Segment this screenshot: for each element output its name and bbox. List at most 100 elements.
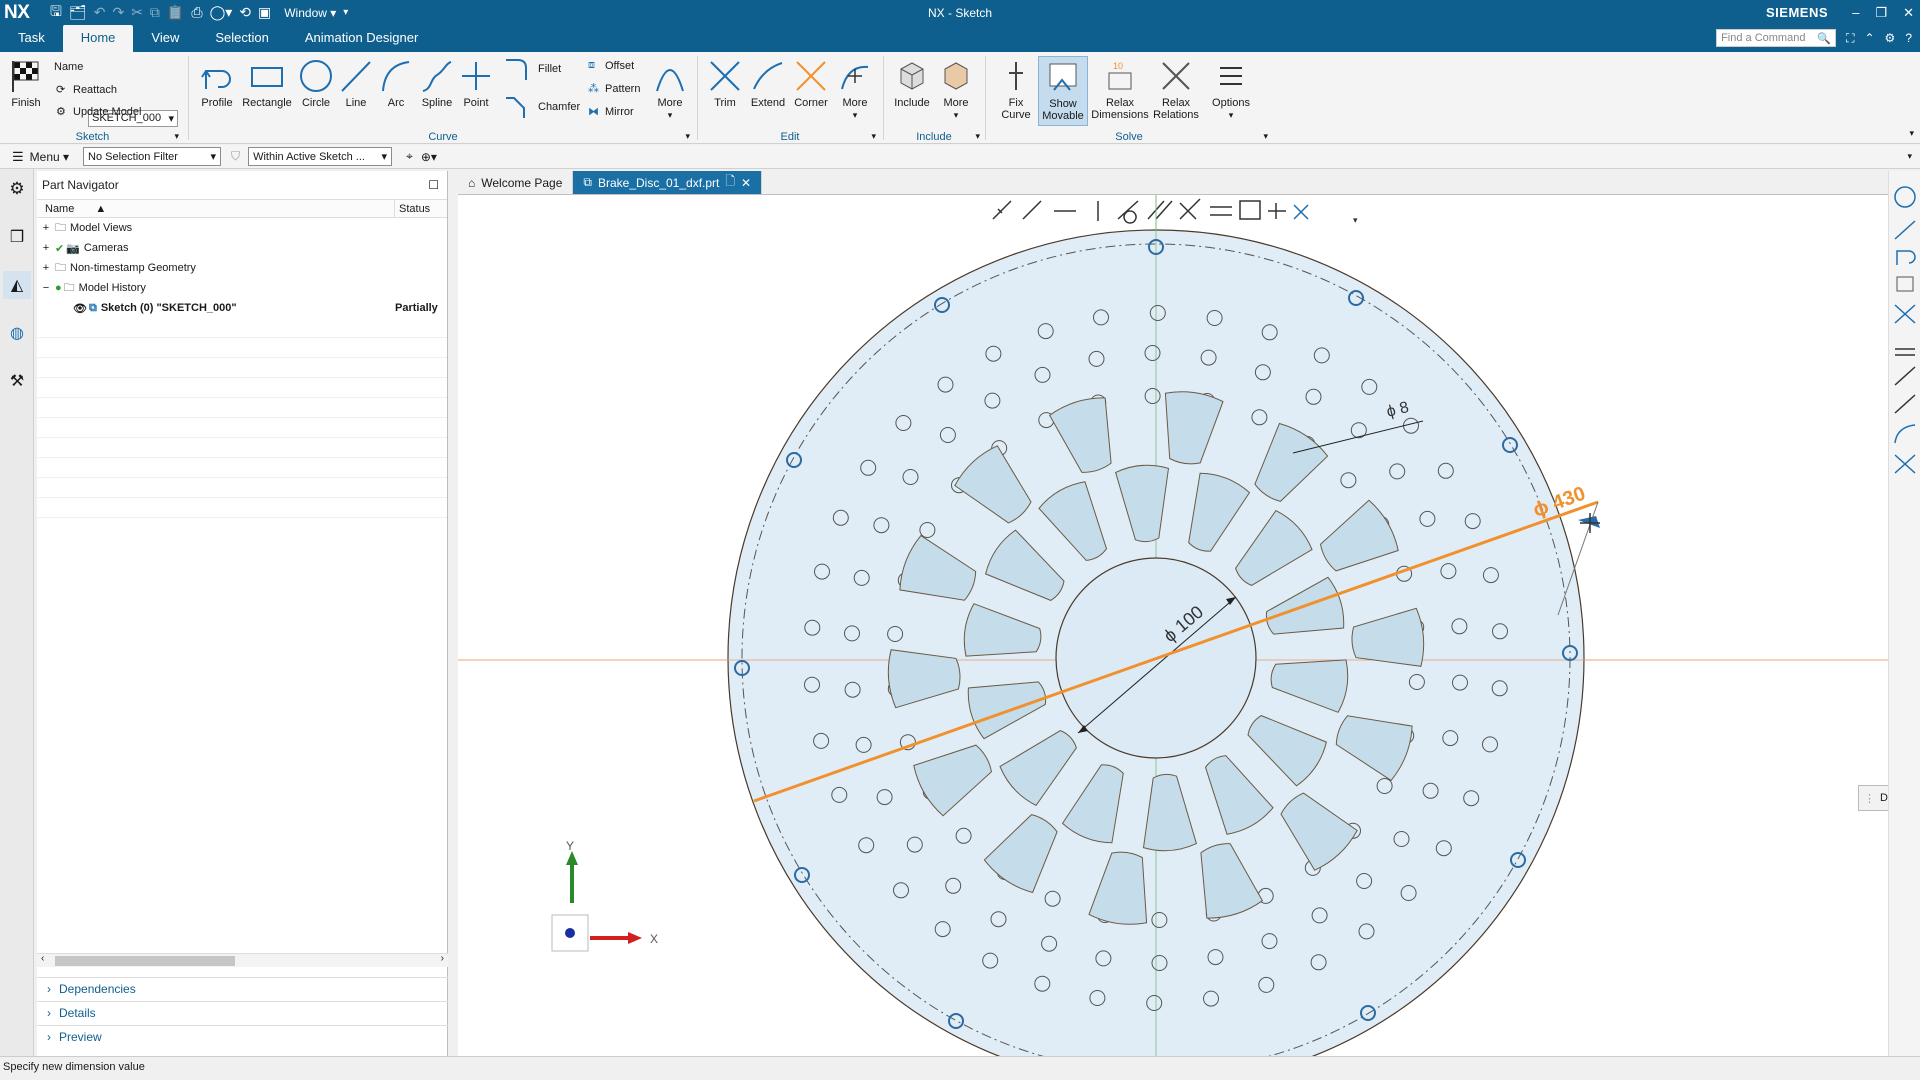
line-button[interactable]: Line: [338, 58, 374, 109]
tools-icon[interactable]: ⚒: [3, 367, 31, 395]
customize-toolbar-icon[interactable]: ▾: [343, 7, 348, 18]
redo-icon[interactable]: ↷: [112, 4, 124, 21]
selection-scope-dropdown[interactable]: Within Active Sketch ... ▾: [248, 147, 393, 166]
touch-mode-icon[interactable]: ◯▾: [210, 4, 233, 21]
part-navigator-icon[interactable]: ◭: [3, 271, 31, 299]
tree-row-sketch[interactable]: 👁 ⧉ Sketch (0) "SKETCH_000" Partially: [37, 298, 447, 318]
status-column-header[interactable]: Status: [395, 200, 434, 217]
reattach-button[interactable]: ⟳ Reattach: [56, 83, 117, 97]
tab-welcome-page[interactable]: ⌂ Welcome Page: [458, 171, 574, 194]
finish-button[interactable]: Finish: [6, 58, 46, 109]
line-tool-icon[interactable]: [1894, 220, 1916, 240]
dependencies-panel[interactable]: › Dependencies: [37, 977, 448, 1000]
tree-row-non-timestamp[interactable]: + 🗀 Non-timestamp Geometry: [37, 258, 447, 278]
repeat-command-icon[interactable]: ⟲: [239, 4, 251, 21]
curve-more-button[interactable]: More ▾: [652, 58, 688, 121]
expand-icon[interactable]: +: [37, 262, 55, 274]
group-more-icon[interactable]: ▾: [685, 131, 690, 142]
selection-filter-dropdown[interactable]: No Selection Filter ▾: [83, 147, 222, 166]
restore-icon[interactable]: ❐: [1875, 5, 1887, 21]
details-panel[interactable]: › Details: [37, 1001, 448, 1024]
tab-view[interactable]: View: [133, 25, 197, 52]
cut-icon[interactable]: ✂: [131, 4, 143, 21]
copy-icon[interactable]: ⧉: [150, 4, 160, 21]
graphics-window[interactable]: ▾ ϕ 100ϕ 8ϕ 430YX ⋮ Diameter: [458, 195, 1888, 1056]
tree-row-model-history[interactable]: − ● 🗀 Model History: [37, 278, 447, 298]
scroll-right-icon[interactable]: ›: [441, 953, 444, 964]
scroll-left-icon[interactable]: ‹: [41, 953, 44, 964]
group-more-icon[interactable]: ▾: [871, 131, 876, 142]
tangent-tool-icon[interactable]: [1894, 394, 1916, 414]
relax-dimensions-button[interactable]: 10 Relax Dimensions: [1091, 58, 1148, 121]
snap-options-icon[interactable]: ⊕▾: [421, 150, 437, 164]
options-button[interactable]: Options ▾: [1208, 58, 1254, 121]
window-menu[interactable]: Window ▾: [284, 6, 336, 20]
print-icon[interactable]: ⎙: [191, 4, 202, 21]
circle-button[interactable]: Circle: [296, 58, 336, 109]
extend-button[interactable]: Extend: [748, 58, 788, 109]
triad-y-arrowhead[interactable]: [566, 851, 578, 865]
include-button[interactable]: Include: [890, 58, 934, 109]
group-more-icon[interactable]: ▾: [975, 131, 980, 142]
hamburger-icon[interactable]: ☰: [12, 149, 24, 165]
pattern-button[interactable]: ⁂ Pattern: [588, 82, 640, 96]
triad-x-label[interactable]: X: [650, 932, 658, 946]
tree-row-cameras[interactable]: + ✔ 📷 Cameras: [37, 238, 447, 258]
save-icon[interactable]: 🖫: [50, 1, 62, 25]
save-all-icon[interactable]: 🗂: [69, 4, 87, 21]
include-more-button[interactable]: More ▾: [936, 58, 976, 121]
assembly-navigator-icon[interactable]: ❒: [3, 223, 31, 251]
undo-icon[interactable]: ↶: [94, 4, 106, 21]
edit-more-button[interactable]: More ▾: [836, 58, 874, 121]
selbar-options-icon[interactable]: ▾: [1907, 151, 1912, 162]
web-browser-icon[interactable]: ◍: [3, 319, 31, 347]
maximize-icon[interactable]: ☐: [428, 171, 439, 199]
settings-gear-icon[interactable]: ⚙: [3, 175, 31, 203]
move-cursor-icon[interactable]: [1580, 513, 1600, 533]
group-more-icon[interactable]: ▾: [174, 131, 179, 142]
drag-handle-icon[interactable]: ⋮: [1864, 792, 1875, 805]
triad-y-label[interactable]: Y: [566, 839, 574, 853]
arc-tool-icon[interactable]: [1894, 424, 1916, 444]
triad-x-arrowhead[interactable]: [628, 932, 642, 944]
spline-button[interactable]: Spline: [418, 58, 456, 109]
full-screen-icon[interactable]: ⛶: [1846, 31, 1854, 46]
profile-button[interactable]: Profile: [196, 58, 238, 109]
profile-tool-icon[interactable]: [1896, 250, 1916, 265]
trim-tool-icon[interactable]: [1894, 454, 1916, 474]
window-switch-icon[interactable]: ▣: [258, 4, 271, 21]
horizontal-scrollbar[interactable]: ‹ ›: [37, 953, 448, 967]
collapse-ribbon-icon[interactable]: ⌃: [1864, 31, 1874, 45]
help-icon[interactable]: ?: [1905, 31, 1912, 45]
find-command-input[interactable]: Find a Command 🔍: [1716, 29, 1837, 47]
menu-button[interactable]: Menu ▾: [30, 150, 69, 164]
tab-task[interactable]: Task: [0, 25, 63, 52]
show-movable-button[interactable]: Show Movable: [1038, 56, 1088, 126]
fillet-button[interactable]: Fillet: [504, 58, 561, 80]
close-tab-icon[interactable]: ✕: [741, 176, 751, 190]
offset-button[interactable]: ⧈ Offset: [588, 59, 634, 72]
paste-icon[interactable]: 📋: [167, 4, 184, 21]
tab-home[interactable]: Home: [62, 25, 134, 52]
trim-button[interactable]: Trim: [706, 58, 744, 109]
relations-browser-icon[interactable]: [1293, 204, 1309, 220]
expand-icon[interactable]: +: [37, 242, 55, 254]
triad-origin-dot[interactable]: [565, 928, 575, 938]
sketch-drawing[interactable]: ▾ ϕ 100ϕ 8ϕ 430YX: [458, 195, 1888, 1056]
mirror-button[interactable]: ⧓ Mirror: [588, 105, 634, 119]
ribbon-options-icon[interactable]: ▾: [1909, 128, 1914, 139]
tab-selection[interactable]: Selection: [197, 25, 286, 52]
update-model-button[interactable]: ⚙ Update Model: [56, 105, 142, 119]
name-column-header[interactable]: Name ▲: [37, 200, 395, 217]
parallel-tool-icon[interactable]: [1894, 366, 1916, 386]
tab-brake-disc[interactable]: ⧉ Brake_Disc_01_dxf.prt 🗋 ✕: [573, 171, 763, 194]
minimize-icon[interactable]: –: [1852, 5, 1859, 21]
circle-tool-icon[interactable]: [1894, 186, 1916, 208]
relax-relations-button[interactable]: Relax Relations: [1150, 58, 1202, 121]
expand-icon[interactable]: +: [37, 222, 55, 234]
fix-curve-button[interactable]: Fix Curve: [998, 58, 1034, 121]
collapse-icon[interactable]: −: [37, 282, 55, 294]
filter-icon[interactable]: ⛉: [231, 149, 240, 164]
constraint-more-icon[interactable]: ▾: [1353, 215, 1358, 225]
dimension-tool-icon[interactable]: [1896, 276, 1914, 292]
